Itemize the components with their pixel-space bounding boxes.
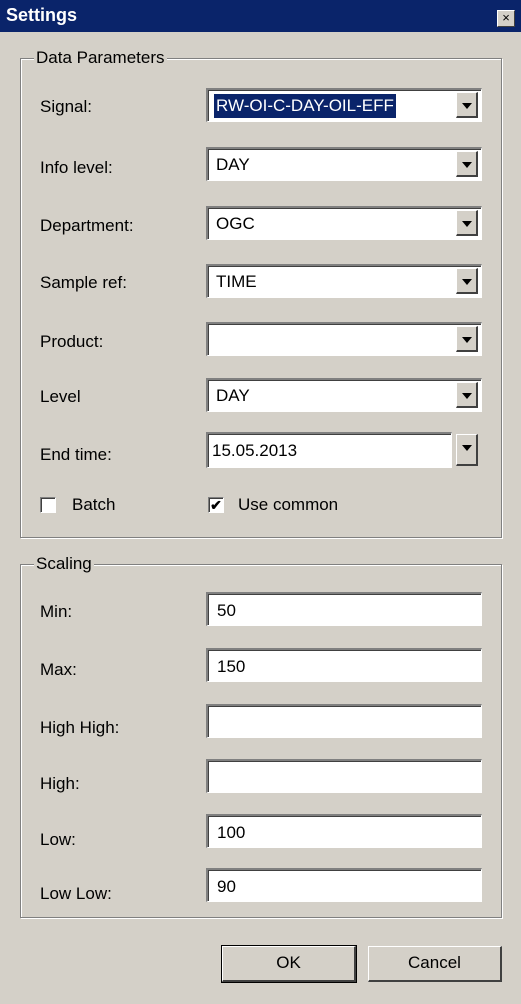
level-dropdown-icon[interactable] bbox=[456, 382, 478, 408]
high-label: High: bbox=[40, 774, 80, 793]
batch-checkbox[interactable] bbox=[40, 497, 56, 513]
window-title: Settings bbox=[6, 5, 78, 25]
end-time-value: 15.05.2013 bbox=[212, 441, 298, 460]
sample-ref-label: Sample ref: bbox=[40, 273, 127, 292]
low-label: Low: bbox=[40, 830, 76, 849]
end-time-label: End time: bbox=[40, 445, 112, 464]
product-select[interactable] bbox=[206, 322, 482, 356]
high-high-label: High High: bbox=[40, 718, 120, 737]
min-input[interactable] bbox=[206, 592, 482, 626]
cancel-button[interactable]: Cancel bbox=[368, 946, 502, 982]
use-common-checkbox[interactable]: ✔ bbox=[208, 497, 224, 513]
batch-label: Batch bbox=[72, 495, 116, 514]
data-parameters-legend: Data Parameters bbox=[34, 48, 167, 68]
info-level-label: Info level: bbox=[40, 158, 113, 177]
sample-ref-dropdown-icon[interactable] bbox=[456, 268, 478, 294]
department-select[interactable]: OGC bbox=[206, 206, 482, 240]
sample-ref-select[interactable]: TIME bbox=[206, 264, 482, 298]
info-level-select[interactable]: DAY bbox=[206, 147, 482, 181]
title-bar: Settings × bbox=[0, 0, 521, 32]
level-label: Level bbox=[40, 387, 81, 406]
department-dropdown-icon[interactable] bbox=[456, 210, 478, 236]
min-label: Min: bbox=[40, 602, 73, 621]
high-high-input[interactable] bbox=[206, 704, 482, 738]
level-value: DAY bbox=[216, 386, 250, 405]
sample-ref-value: TIME bbox=[216, 272, 257, 291]
department-value: OGC bbox=[216, 214, 255, 233]
close-icon[interactable]: × bbox=[497, 10, 515, 27]
use-common-label: Use common bbox=[238, 495, 339, 514]
end-time-picker[interactable]: 15.05.2013 bbox=[206, 432, 452, 468]
max-input[interactable] bbox=[206, 648, 482, 682]
info-level-value: DAY bbox=[216, 155, 250, 174]
low-low-input[interactable] bbox=[206, 868, 482, 902]
product-label: Product: bbox=[40, 332, 104, 351]
low-low-label: Low Low: bbox=[40, 884, 112, 903]
level-select[interactable]: DAY bbox=[206, 378, 482, 412]
product-dropdown-icon[interactable] bbox=[456, 326, 478, 352]
department-label: Department: bbox=[40, 216, 134, 235]
high-input[interactable] bbox=[206, 759, 482, 793]
signal-value: RW-OI-C-DAY-OIL-EFF bbox=[214, 94, 396, 118]
end-time-dropdown-icon[interactable] bbox=[456, 434, 478, 466]
ok-button[interactable]: OK bbox=[221, 945, 357, 983]
low-input[interactable] bbox=[206, 814, 482, 848]
info-level-dropdown-icon[interactable] bbox=[456, 151, 478, 177]
signal-dropdown-icon[interactable] bbox=[456, 92, 478, 118]
signal-label: Signal: bbox=[40, 97, 92, 116]
scaling-legend: Scaling bbox=[34, 554, 94, 574]
max-label: Max: bbox=[40, 660, 77, 679]
signal-select[interactable]: RW-OI-C-DAY-OIL-EFF bbox=[206, 88, 482, 122]
